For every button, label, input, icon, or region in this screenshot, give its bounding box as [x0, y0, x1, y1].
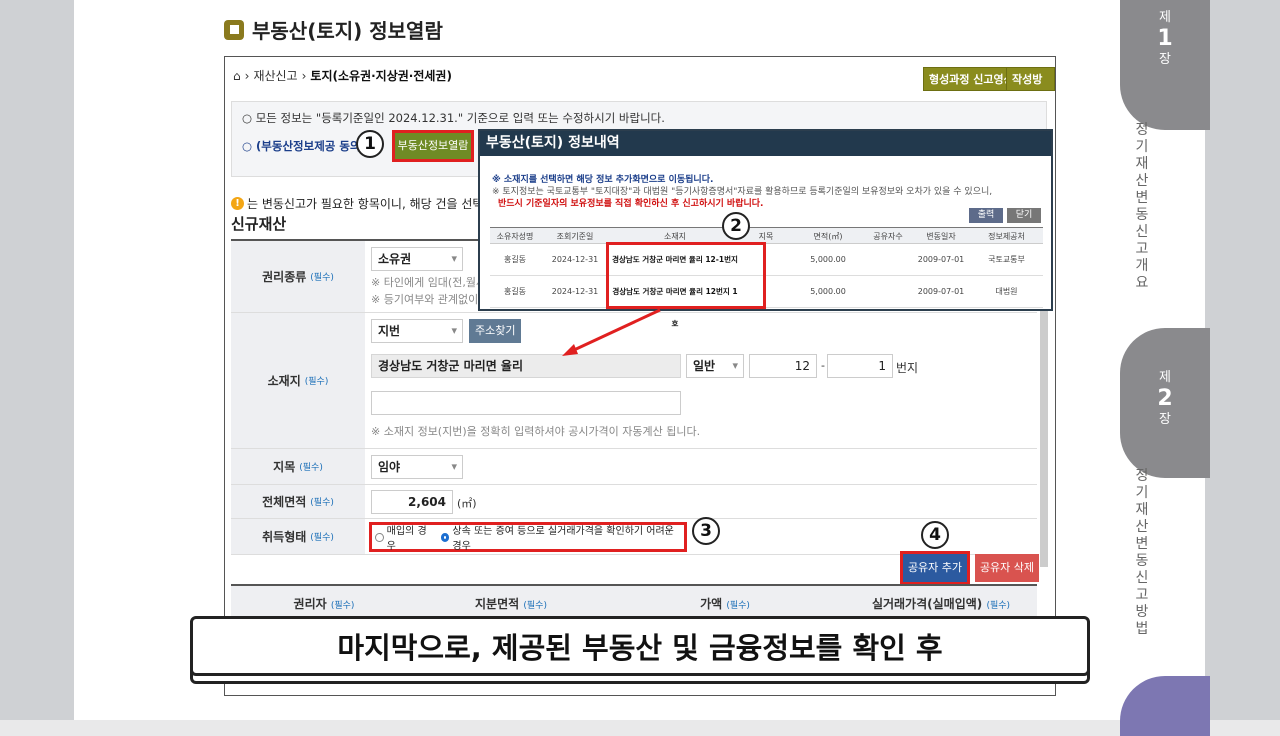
pointer-arrow: [562, 308, 661, 356]
marker-4: 4: [921, 521, 949, 549]
marker-1: 1: [356, 130, 384, 158]
subtitle-caption: 마지막으로, 제공된 부동산 및 금융정보를 확인 후: [190, 616, 1090, 676]
marker-2: 2: [722, 212, 750, 240]
marker-3: 3: [692, 517, 720, 545]
